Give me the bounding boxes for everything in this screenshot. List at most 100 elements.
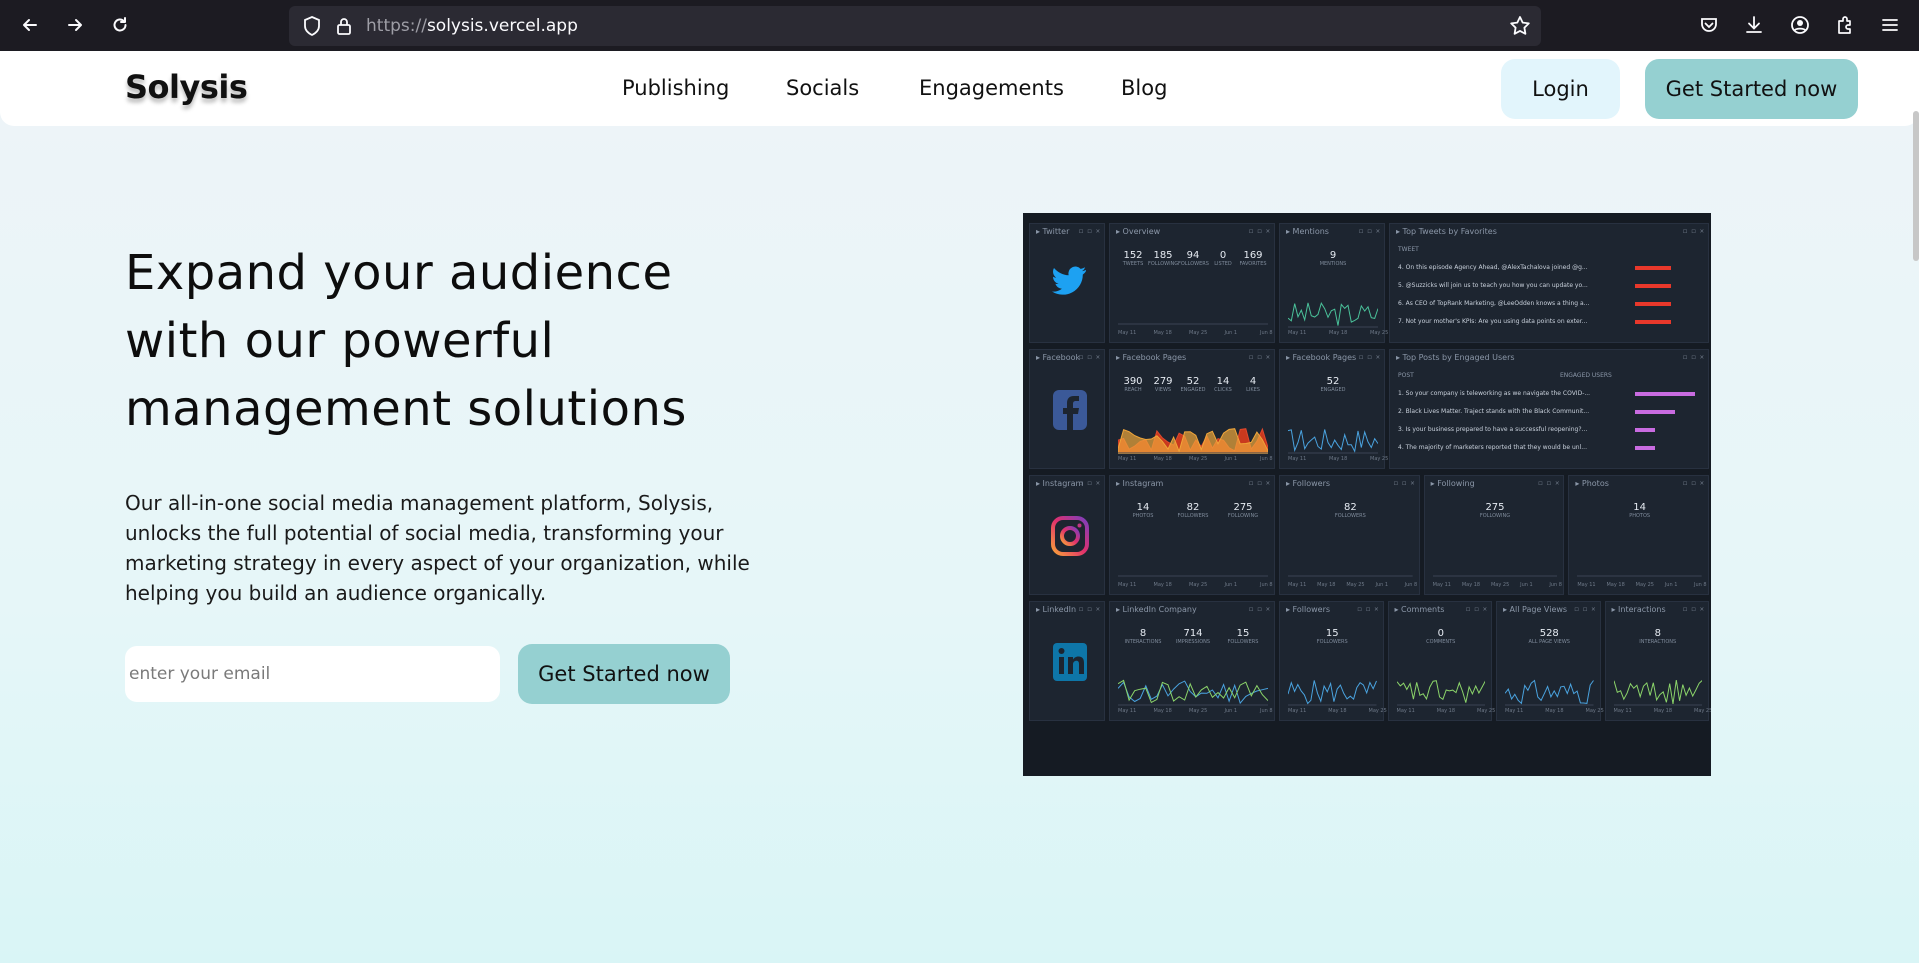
- stat-value: 14: [1216, 376, 1230, 387]
- panel-title: ▸ Followers: [1286, 605, 1331, 614]
- top-list-panel: ▸ Top Posts by Engaged Users ◻ ◻ ✕ POST ENG…: [1389, 349, 1709, 469]
- menu-icon[interactable]: [1877, 12, 1903, 38]
- stat: 0 LISTED: [1208, 250, 1238, 267]
- axis-tick-label: May 25: [1694, 708, 1711, 714]
- back-icon[interactable]: [15, 10, 45, 40]
- linkedin-icon: [1053, 643, 1087, 681]
- list-bar: [1635, 392, 1695, 396]
- lock-icon[interactable]: [331, 13, 357, 39]
- panel-controls-icon: ◻ ◻ ✕: [1682, 605, 1704, 613]
- nav-socials[interactable]: Socials: [786, 76, 859, 100]
- axis-tick-label: May 25: [1189, 330, 1208, 336]
- axis-tick-label: May 11: [1288, 456, 1307, 462]
- stat-value: 0: [1437, 628, 1444, 639]
- panel-controls-icon: ◻ ◻ ✕: [1574, 605, 1596, 613]
- stat: 52 ENGAGED: [1288, 376, 1378, 393]
- extensions-icon[interactable]: [1832, 12, 1858, 38]
- axis-tick-label: Jun 1: [1224, 582, 1238, 588]
- metric-panel: ▸ Facebook Pages ◻ ◻ ✕ 52 ENGAGED May 11 May …: [1279, 349, 1388, 469]
- stat-value: 9: [1329, 250, 1337, 261]
- shield-icon[interactable]: [299, 13, 325, 39]
- email-input[interactable]: [125, 646, 500, 702]
- panel-controls-icon: ◻ ◻ ✕: [1248, 479, 1270, 487]
- stat-label: FOLLOWING: [1148, 261, 1179, 267]
- stat-label: ENGAGED: [1320, 387, 1346, 393]
- panel-title: ▸ Facebook Pages: [1116, 353, 1187, 362]
- bookmark-star-icon[interactable]: [1507, 13, 1533, 39]
- nav-blog[interactable]: Blog: [1121, 76, 1167, 100]
- network-tile: ▸ LinkedIn ◻ ◻ ✕: [1029, 601, 1105, 721]
- stat: 279 VIEWS: [1148, 376, 1178, 393]
- stat-value: 152: [1123, 250, 1143, 261]
- stat-label: FAVORITES: [1239, 261, 1267, 267]
- account-icon[interactable]: [1787, 12, 1813, 38]
- list-item: 4. On this episode Agency Ahead, @AlexTa…: [1398, 264, 1588, 271]
- hero-get-started-button[interactable]: Get Started now: [518, 644, 730, 704]
- address-bar[interactable]: https://solysis.vercel.app: [289, 6, 1541, 46]
- metric-panel: ▸ Followers ◻ ◻ ✕ 82 FOLLOWERS May 11 May 18 M…: [1279, 475, 1420, 595]
- panel-controls-icon: ◻ ◻ ✕: [1248, 353, 1270, 361]
- forward-icon[interactable]: [60, 10, 90, 40]
- axis-tick-label: May 25: [1585, 708, 1604, 714]
- panel-controls-icon: ◻ ◻ ✕: [1357, 605, 1379, 613]
- header-get-started-button[interactable]: Get Started now: [1645, 59, 1858, 119]
- flat-chart: [1118, 323, 1268, 325]
- sparkline: [1118, 679, 1268, 706]
- overview-panel: ▸ Facebook Pages ◻ ◻ ✕ 390 REACH 279 VIEWS 52 E…: [1109, 349, 1275, 469]
- nav-engagements[interactable]: Engagements: [919, 76, 1064, 100]
- panel-controls-icon: ◻ ◻ ✕: [1682, 227, 1704, 235]
- stat: 275 FOLLOWING: [1433, 502, 1558, 519]
- axis-tick-label: May 18: [1328, 708, 1347, 714]
- sparkline: [1288, 301, 1378, 328]
- logo[interactable]: Solysis: [125, 68, 248, 106]
- page-scrollbar[interactable]: [1913, 111, 1919, 261]
- list-item: 2. Black Lives Matter. Traject stands wi…: [1398, 408, 1590, 415]
- axis-tick-label: May 18: [1606, 582, 1625, 588]
- panel-controls-icon: ◻ ◻ ✕: [1078, 353, 1100, 361]
- sparkline-path: [1505, 679, 1594, 705]
- network-tile: ▸ Twitter ◻ ◻ ✕: [1029, 223, 1105, 343]
- stat-label: TWEETS: [1122, 261, 1144, 267]
- stat-label: MENTIONS: [1319, 261, 1347, 267]
- panel-title: ▸ Facebook Pages: [1286, 353, 1357, 362]
- login-button[interactable]: Login: [1501, 59, 1620, 119]
- stat: 185 FOLLOWING: [1148, 250, 1178, 267]
- axis-tick-label: May 18: [1317, 582, 1336, 588]
- list-bar: [1635, 284, 1671, 288]
- axis-tick-label: May 11: [1118, 330, 1137, 336]
- panel-controls-icon: ◻ ◻ ✕: [1682, 353, 1704, 361]
- panel-title: ▸ Twitter: [1036, 227, 1070, 236]
- stat-label: INTERACTIONS: [1124, 639, 1162, 645]
- reload-icon[interactable]: [105, 10, 135, 40]
- axis-tick-label: May 11: [1432, 582, 1451, 588]
- nav-publishing[interactable]: Publishing: [622, 76, 729, 100]
- axis-tick-label: Jun 8: [1260, 456, 1273, 462]
- panel-title: ▸ Top Posts by Engaged Users: [1396, 353, 1515, 362]
- stat-value: 52: [1186, 376, 1200, 387]
- axis-tick-label: Jun 8: [1549, 582, 1562, 588]
- stat-value: 275: [1233, 502, 1253, 513]
- stat-value: 714: [1183, 628, 1203, 639]
- linkedin-icon-part: [1059, 657, 1064, 674]
- axis-tick-label: Jun 1: [1224, 456, 1238, 462]
- stat-label: ENGAGED: [1180, 387, 1206, 393]
- sparkline: [1288, 680, 1377, 706]
- stat-label: LISTED: [1214, 261, 1232, 267]
- stat: 8 INTERACTIONS: [1118, 628, 1168, 645]
- axis-tick-label: May 11: [1288, 330, 1307, 336]
- stat-value: 8: [1139, 628, 1147, 639]
- panel-title: ▸ LinkedIn Company: [1116, 605, 1197, 614]
- list-bar: [1635, 302, 1671, 306]
- twitter-icon-part: [1052, 266, 1086, 295]
- axis-tick-label: May 11: [1505, 708, 1524, 714]
- download-icon[interactable]: [1741, 12, 1767, 38]
- flat-chart: [1577, 575, 1702, 577]
- stat-value: 169: [1243, 250, 1263, 261]
- stat-label: PHOTOS: [1132, 513, 1154, 519]
- axis-tick-label: May 25: [1189, 582, 1208, 588]
- pocket-icon[interactable]: [1696, 12, 1722, 38]
- site-header: Solysis Publishing Socials Engagements B…: [0, 51, 1919, 126]
- url-text[interactable]: https://solysis.vercel.app: [366, 6, 578, 46]
- instagram-icon-part: [1077, 523, 1082, 528]
- stat-value: 52: [1326, 376, 1340, 387]
